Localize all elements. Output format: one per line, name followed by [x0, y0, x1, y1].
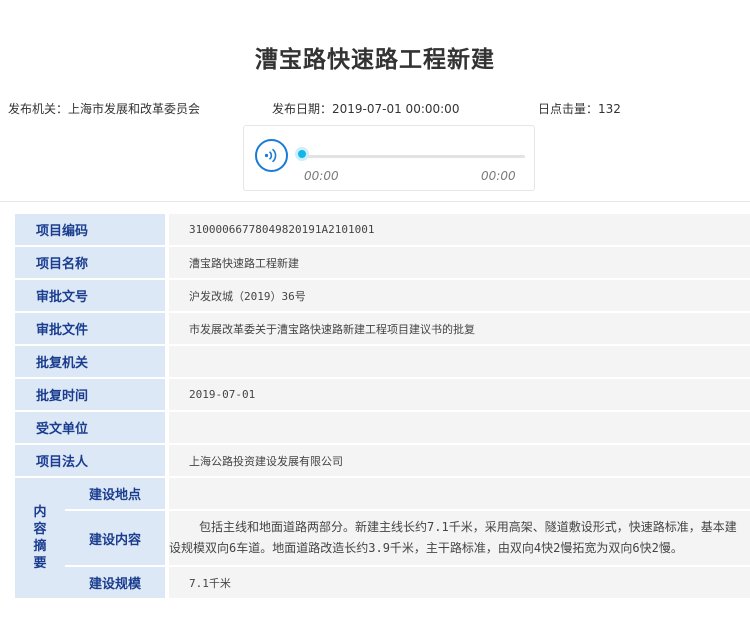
duration-time: 00:00: [481, 169, 516, 183]
audio-wave-icon: [264, 148, 277, 163]
row-value-approval-document: 市发展改革委关于漕宝路快速路新建工程项目建议书的批复: [169, 313, 750, 344]
play-button[interactable]: [255, 139, 288, 172]
row-label-approval-authority: 批复机关: [15, 346, 166, 377]
divider: [0, 201, 750, 202]
row-value-approval-authority: [169, 346, 750, 377]
table-row: 审批文件 市发展改革委关于漕宝路快速路新建工程项目建议书的批复: [15, 313, 750, 344]
row-label-approval-document: 审批文件: [15, 313, 166, 344]
table-row: 审批文号 沪发改城（2019）36号: [15, 280, 750, 311]
progress-knob[interactable]: [298, 150, 306, 158]
page-title: 漕宝路快速路工程新建: [255, 47, 495, 73]
row-label-approval-number: 审批文号: [15, 280, 166, 311]
row-label-recipient: 受文单位: [15, 412, 166, 443]
publisher-text: 发布机关：上海市发展和改革委员会: [8, 102, 201, 116]
construction-content-text: 包括主线和地面道路两部分。新建主线长约7.1千米，采用高架、隧道敷设形式，快速路…: [169, 520, 737, 555]
row-value-construction-content: 包括主线和地面道路两部分。新建主线长约7.1千米，采用高架、隧道敷设形式，快速路…: [169, 511, 750, 565]
row-label-construction-scale: 建设规模: [65, 567, 166, 598]
row-label-construction-content: 建设内容: [65, 511, 166, 565]
row-value-recipient: [169, 412, 750, 443]
audio-player: 00:00 00:00: [243, 125, 535, 191]
row-value-approval-number: 沪发改城（2019）36号: [169, 280, 750, 311]
row-value-legal-entity: 上海公路投资建设发展有限公司: [169, 445, 750, 476]
table-row: 建设内容 包括主线和地面道路两部分。新建主线长约7.1千米，采用高架、隧道敷设形…: [15, 511, 750, 565]
row-label-construction-site: 建设地点: [65, 478, 166, 509]
row-value-project-name: 漕宝路快速路工程新建: [169, 247, 750, 278]
summary-side-label: 内 容 摘 要: [15, 478, 65, 598]
progress-track[interactable]: [305, 155, 525, 158]
row-value-project-code: 3100006677804982019​1A2101001: [169, 214, 750, 245]
meta-bar: 发布机关：上海市发展和改革委员会 发布日期：2019-07-01 00:00:0…: [0, 100, 750, 118]
table-row: 项目法人 上海公路投资建设发展有限公司: [15, 445, 750, 476]
click-count-text: 日点击量：132: [538, 102, 621, 116]
row-value-approval-time: 2019-07-01: [169, 379, 750, 410]
table-row: 批复时间 2019-07-01: [15, 379, 750, 410]
row-label-project-name: 项目名称: [15, 247, 166, 278]
current-time: 00:00: [304, 169, 339, 183]
table-row: 批复机关: [15, 346, 750, 377]
row-label-legal-entity: 项目法人: [15, 445, 166, 476]
table-row: 受文单位: [15, 412, 750, 443]
project-info-table: 项目编码 3100006677804982019​1A2101001 项目名称 …: [15, 212, 750, 600]
table-row: 建设规模 7.1千米: [15, 567, 750, 598]
row-value-construction-scale: 7.1千米: [169, 567, 750, 598]
table-row: 项目名称 漕宝路快速路工程新建: [15, 247, 750, 278]
row-label-approval-time: 批复时间: [15, 379, 166, 410]
row-label-project-code: 项目编码: [15, 214, 166, 245]
table-row: 内 容 摘 要 建设地点: [15, 478, 750, 598]
table-row: 项目编码 3100006677804982019​1A2101001: [15, 214, 750, 245]
publish-date-text: 发布日期：2019-07-01 00:00:00: [272, 102, 460, 116]
row-value-construction-site: [169, 478, 750, 509]
